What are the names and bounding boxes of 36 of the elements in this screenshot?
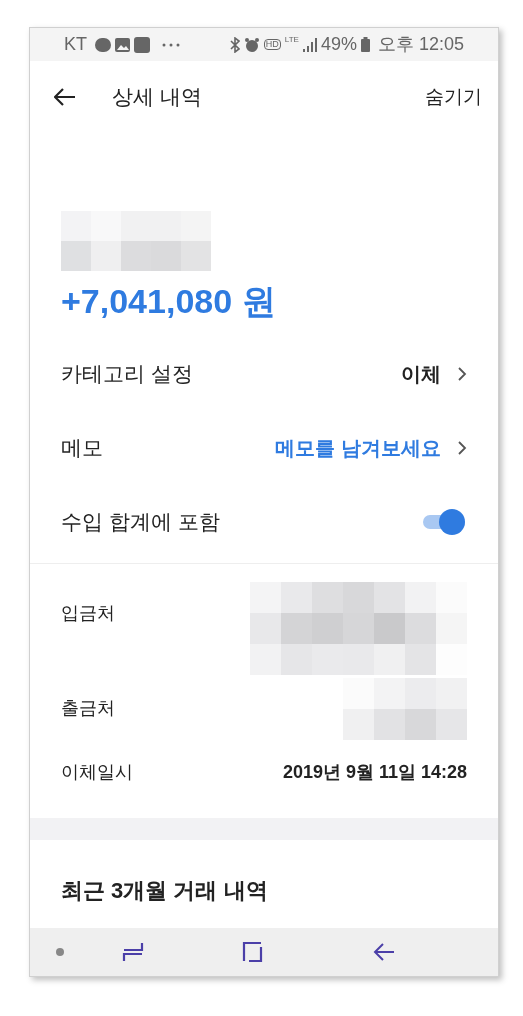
recent-apps-icon[interactable] <box>122 941 144 963</box>
signal-icon <box>302 37 317 52</box>
setting-value: 이체 <box>401 362 441 387</box>
detail-label: 입금처 <box>61 602 115 625</box>
carrier-label: KT <box>64 33 87 56</box>
back-icon[interactable] <box>373 942 395 962</box>
toggle-switch[interactable] <box>423 509 465 535</box>
setting-row[interactable]: 수입 합계에 포함 <box>61 485 467 559</box>
hd-badge: HD <box>263 39 281 50</box>
app-icon <box>134 36 150 53</box>
amount: +7,041,080 원 <box>61 281 277 322</box>
setting-row[interactable]: 메모 메모를 남겨보세요 <box>61 411 467 485</box>
more-icon <box>162 42 180 47</box>
setting-label: 수입 합계에 포함 <box>61 509 220 536</box>
battery-percent: 49% <box>320 33 357 56</box>
alarm-icon <box>243 36 260 53</box>
setting-value: 메모를 남겨보세요 <box>275 436 441 461</box>
setting-label: 메모 <box>61 435 103 462</box>
image-icon <box>115 37 130 52</box>
chevron-right-icon <box>457 440 467 456</box>
detail-label: 이체일시 <box>61 760 133 784</box>
network-label: LTE <box>284 36 299 44</box>
home-icon[interactable] <box>241 941 263 963</box>
back-arrow-icon[interactable] <box>54 88 76 106</box>
setting-row[interactable]: 카테고리 설정 이체 <box>61 337 467 411</box>
hide-button[interactable]: 숨기기 <box>425 82 482 112</box>
section-title: 최근 3개월 거래 내역 <box>61 878 268 903</box>
chat-bubble-icon <box>95 37 111 52</box>
bluetooth-icon <box>229 36 240 53</box>
clock: 오후 12:05 <box>377 33 464 56</box>
page-title: 상세 내역 <box>112 84 202 111</box>
detail-value: 2019년 9월 11일 14:28 <box>282 760 467 784</box>
chevron-right-icon <box>457 366 467 382</box>
detail-label: 출금처 <box>61 697 115 720</box>
battery-icon <box>360 37 370 52</box>
setting-label: 카테고리 설정 <box>61 361 193 388</box>
